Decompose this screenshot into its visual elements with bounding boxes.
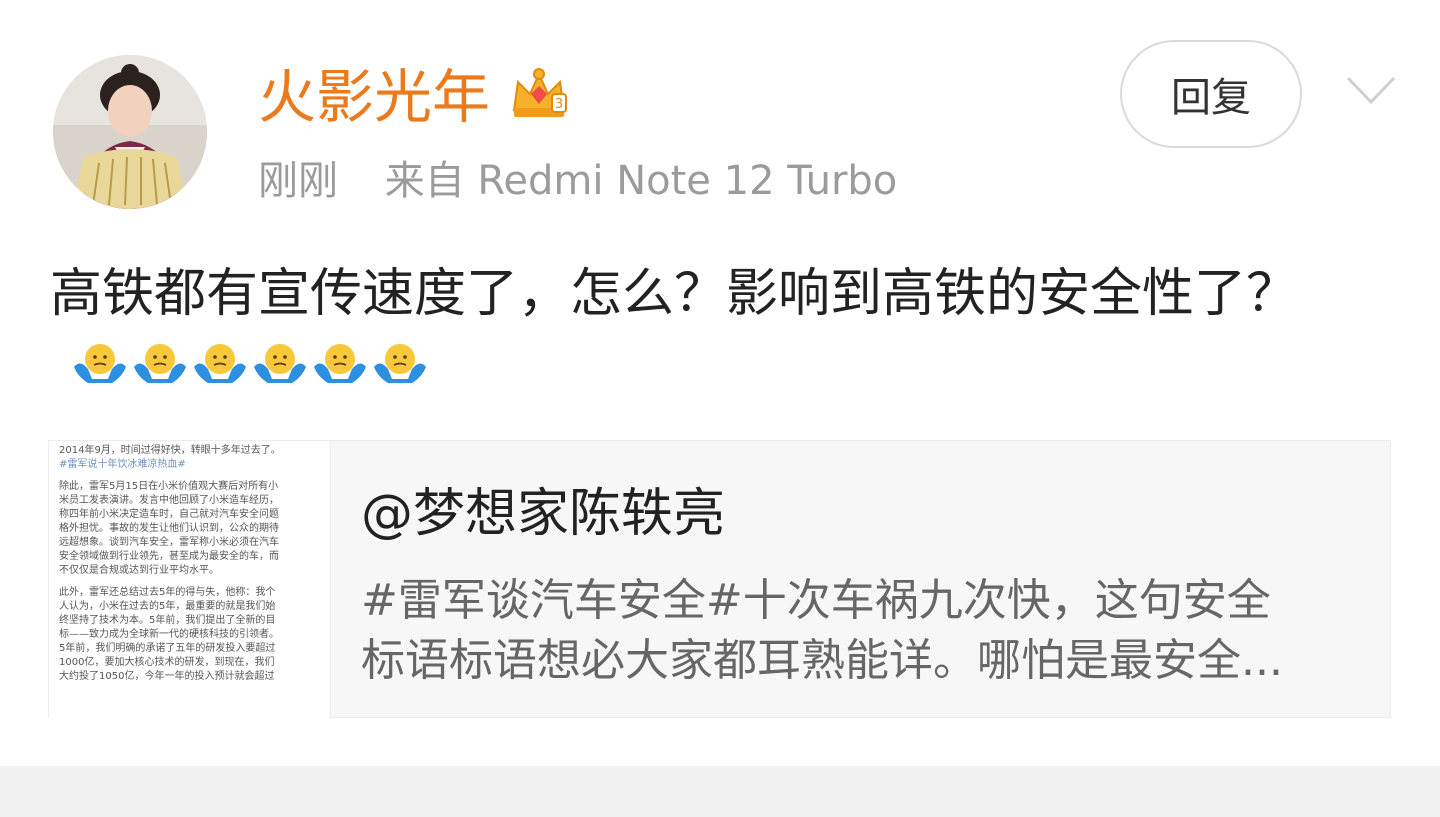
shrug-icon bbox=[74, 344, 126, 383]
emoji-row bbox=[72, 339, 428, 387]
thumbnail-line: 称四年前小米决定造车时，自己就对汽车安全问题 bbox=[59, 507, 279, 520]
shrug-icon bbox=[254, 344, 306, 383]
post-source: 来自 Redmi Note 12 Turbo bbox=[384, 158, 898, 204]
post-meta: 刚刚 来自 Redmi Note 12 Turbo bbox=[258, 156, 897, 206]
svg-text:3: 3 bbox=[555, 97, 563, 112]
thumbnail-line: 格外担忧。事故的发生让他们认识到，公众的期待 bbox=[59, 521, 279, 534]
crown-icon: 3 bbox=[512, 68, 567, 117]
post-time: 刚刚 bbox=[258, 158, 338, 204]
repost-excerpt: #雷军谈汽车安全#十次车祸九次快，这句安全 标语标语想必大家都耳熟能详。哪怕是最… bbox=[361, 571, 1361, 691]
thumbnail-line: 除此，雷军5月15日在小米价值观大赛后对所有小 bbox=[59, 479, 278, 492]
thumbnail-line: 1000亿，要加大核心技术的研发，到现在，我们 bbox=[59, 655, 274, 668]
repost-excerpt-line: #雷军谈汽车安全#十次车祸九次快，这句安全 bbox=[361, 575, 1271, 626]
username[interactable]: 火影光年 bbox=[258, 62, 490, 132]
thumbnail-line: 安全领域做到行业领先，甚至成为最安全的车，而 bbox=[59, 549, 279, 562]
thumbnail-text-image: 2014年9月，时间过得好快，转眼十多年过去了。#雷军说十年饮冰难凉热血# 除此，… bbox=[59, 443, 281, 682]
shrug-icon bbox=[134, 344, 186, 383]
thumbnail-line: 此外，雷军还总结过去5年的得与失，他称：我个 bbox=[59, 585, 275, 598]
chevron-down-icon[interactable] bbox=[1342, 70, 1400, 110]
weibo-post: 火影光年 3 刚刚 来自 Redmi Note 12 Turbo 回复 高铁都有… bbox=[0, 0, 1440, 765]
repost-author[interactable]: @梦想家陈轶亮 bbox=[361, 481, 725, 547]
thumbnail-line: 终坚持了技术为本。5年前，我们提出了全新的目 bbox=[59, 613, 275, 626]
shrug-icon bbox=[314, 344, 366, 383]
thumbnail-line: 人认为，小米在过去的5年，最重要的就是我们始 bbox=[59, 599, 275, 612]
thumbnail-line: 2014年9月，时间过得好快，转眼十多年过去了。 bbox=[59, 443, 281, 456]
thumbnail-line: #雷军说十年饮冰难凉热血# bbox=[59, 457, 186, 470]
thumbnail-line: 不仅仅是合规或达到行业平均水平。 bbox=[59, 563, 219, 576]
repost-card[interactable]: 2014年9月，时间过得好快，转眼十多年过去了。 #雷军说十年饮冰难凉热血# 除此，… bbox=[48, 440, 1391, 719]
repost-excerpt-line: 标语标语想必大家都耳熟能详。哪怕是最安全... bbox=[361, 635, 1283, 686]
shrug-icon bbox=[374, 344, 426, 383]
thumbnail-line: 米员工发表演讲。发言中他回顾了小米造车经历， bbox=[59, 493, 279, 506]
post-text: 高铁都有宣传速度了，怎么？影响到高铁的安全性了？ bbox=[50, 258, 1395, 402]
thumbnail-line: 远超想象。谈到汽车安全，雷军称小米必须在汽车 bbox=[59, 535, 279, 548]
reply-button[interactable]: 回复 bbox=[1120, 40, 1302, 148]
thumbnail-line: 大约投了1050亿，今年一年的投入预计就会超过 bbox=[59, 669, 274, 682]
avatar[interactable] bbox=[53, 55, 207, 209]
section-divider bbox=[0, 766, 1440, 817]
shrug-icon bbox=[194, 344, 246, 383]
repost-thumbnail: 2014年9月，时间过得好快，转眼十多年过去了。 #雷军说十年饮冰难凉热血# 除此，… bbox=[49, 441, 331, 719]
thumbnail-line: 5年前，我们明确的承诺了五年的研发投入要超过 bbox=[59, 641, 275, 654]
post-text-content: 高铁都有宣传速度了，怎么？影响到高铁的安全性了？ bbox=[50, 264, 1299, 324]
thumbnail-line: 标——致力成为全球新一代的硬核科技的引领者。 bbox=[59, 627, 279, 640]
